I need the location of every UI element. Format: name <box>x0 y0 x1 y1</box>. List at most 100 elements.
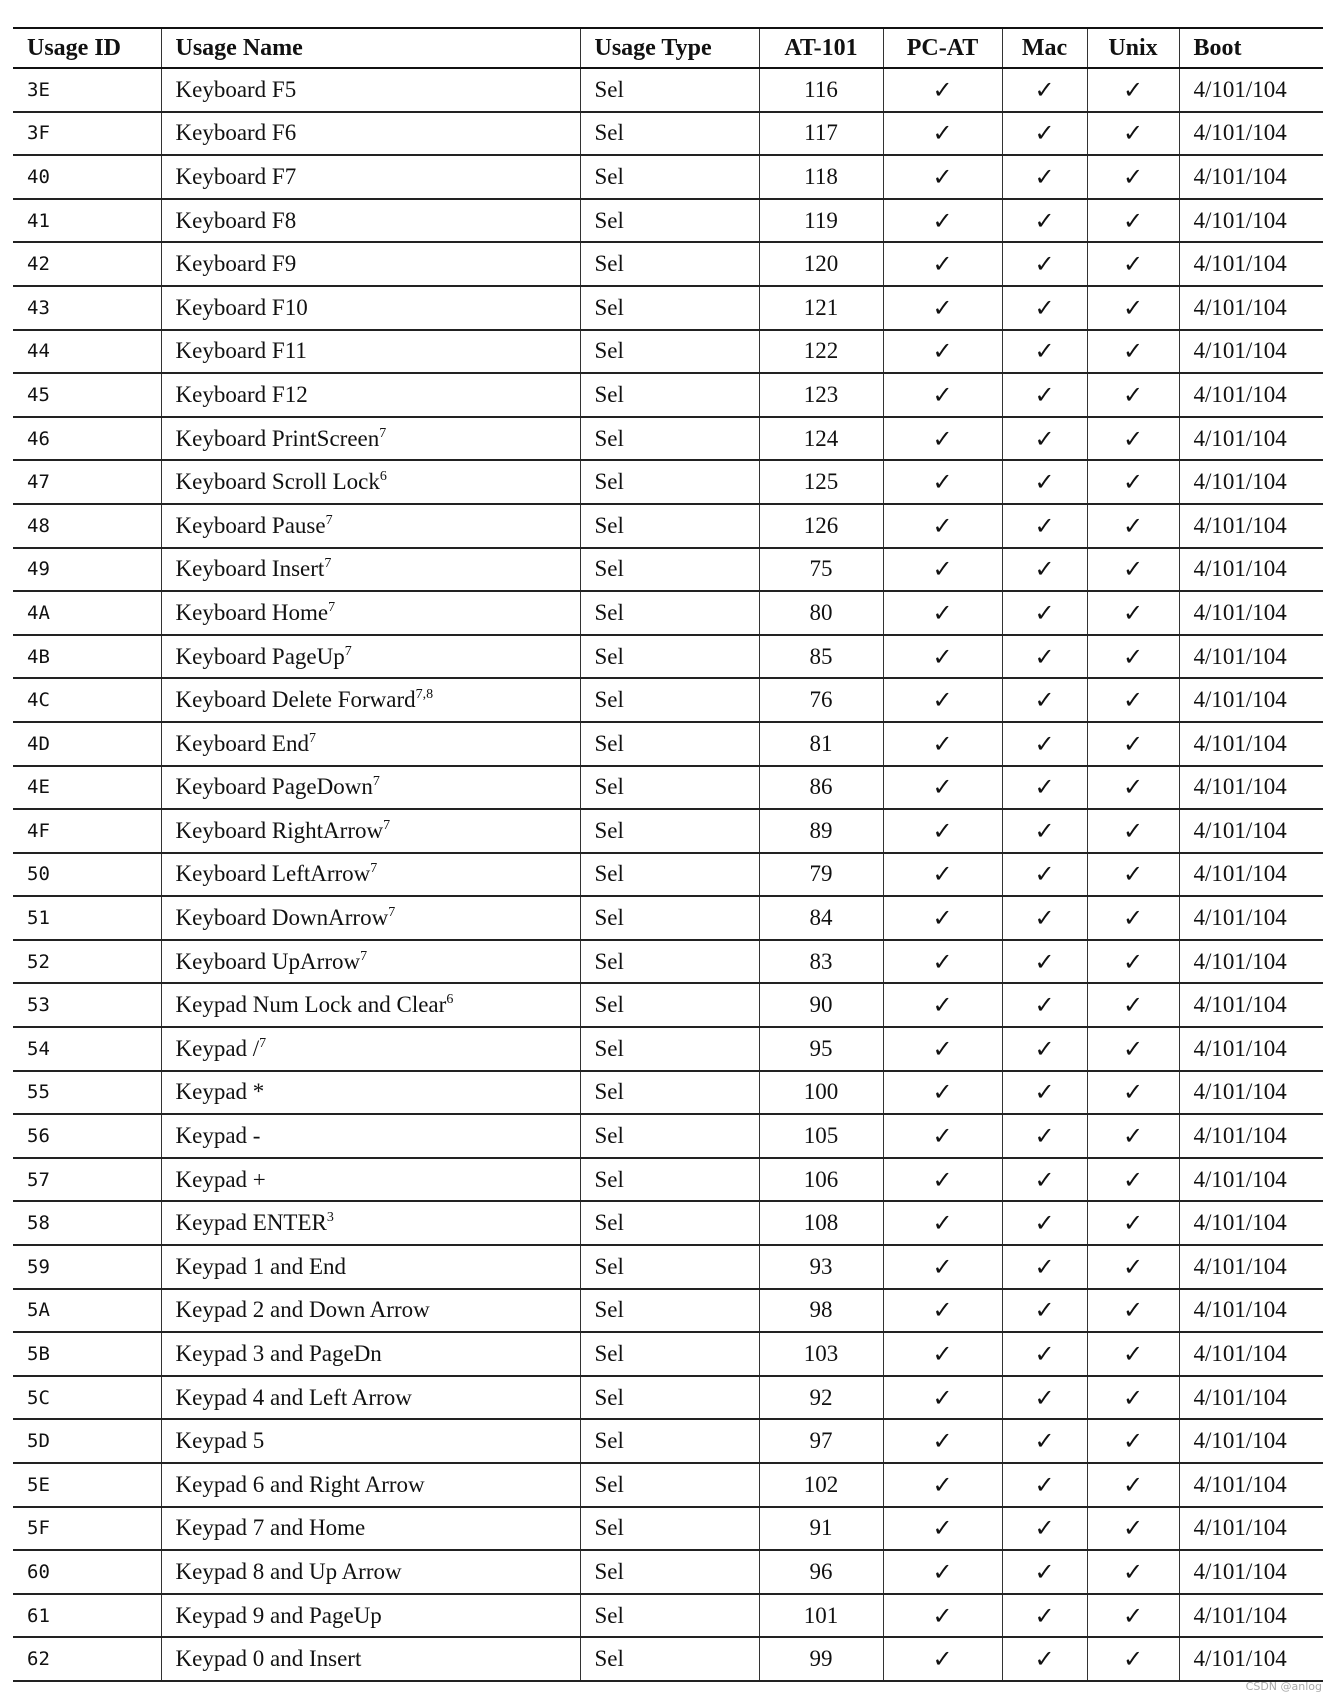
checkmark-icon: ✓ <box>1122 1165 1144 1194</box>
usage-name-text: Keypad 1 and End <box>175 1253 347 1279</box>
at101-code: 101 <box>758 1593 884 1639</box>
boot-value: 4/101/104 <box>1178 1463 1323 1508</box>
pcat-support: ✓ <box>882 939 1003 985</box>
checkmark-icon: ✓ <box>1034 119 1055 148</box>
usage-type: Sel <box>579 547 760 593</box>
mac-support: ✓ <box>1001 591 1088 636</box>
unix-support: ✓ <box>1086 1375 1180 1421</box>
usage-name: Keyboard Delete Forward7,8 <box>160 678 581 723</box>
checkmark-icon: ✓ <box>1122 1296 1144 1325</box>
unix-support: ✓ <box>1086 1288 1180 1334</box>
mac-support: ✓ <box>1001 939 1088 985</box>
checkmark-icon: ✓ <box>1034 1427 1055 1456</box>
usage-name: Keypad + <box>160 1157 581 1203</box>
usage-name: Keypad 9 and PageUp <box>160 1593 581 1639</box>
pcat-support: ✓ <box>882 1070 1003 1116</box>
checkmark-icon: ✓ <box>932 904 953 933</box>
usage-id: 5C <box>13 1375 162 1421</box>
header-usage-type: Usage Type <box>579 28 760 68</box>
checkmark-icon: ✓ <box>932 337 953 366</box>
checkmark-icon: ✓ <box>1034 1209 1055 1238</box>
unix-support: ✓ <box>1086 983 1180 1029</box>
checkmark-icon: ✓ <box>1034 75 1055 104</box>
boot-value: 4/101/104 <box>1178 678 1323 723</box>
mac-support: ✓ <box>1001 1550 1088 1595</box>
table-row: 3F Keyboard F6 Sel 117 ✓ ✓ ✓ 4/101/104 <box>13 111 1323 157</box>
checkmark-icon: ✓ <box>1122 816 1144 845</box>
usage-name: Keypad - <box>160 1114 581 1159</box>
usage-type: Sel <box>579 765 760 811</box>
unix-support: ✓ <box>1086 68 1180 113</box>
pcat-support: ✓ <box>882 285 1003 331</box>
usage-name-text: Keyboard F6 <box>175 120 297 146</box>
checkmark-icon: ✓ <box>1122 511 1144 540</box>
checkmark-icon: ✓ <box>1122 947 1144 976</box>
usage-name-text: Keyboard Insert <box>175 556 325 582</box>
usage-name: Keypad 1 and End <box>160 1245 581 1290</box>
table-row: 47 Keyboard Scroll Lock6 Sel 125 ✓ ✓ ✓ 4/101/10… <box>13 460 1323 505</box>
boot-value: 4/101/104 <box>1178 852 1323 898</box>
usage-type: Sel <box>579 111 760 157</box>
usage-type: Sel <box>579 373 760 418</box>
checkmark-icon: ✓ <box>932 1557 953 1586</box>
checkmark-icon: ✓ <box>932 1078 953 1107</box>
header-usage-id: Usage ID <box>13 28 162 68</box>
table-row: 50 Keyboard LeftArrow7 Sel 79 ✓ ✓ ✓ 4/101/104 <box>13 852 1323 898</box>
boot-value: 4/101/104 <box>1178 1637 1323 1682</box>
mac-support: ✓ <box>1001 1288 1088 1334</box>
usage-name-text: Keyboard RightArrow <box>175 817 384 843</box>
usage-type: Sel <box>579 1288 760 1334</box>
usage-name-text: Keypad ENTER <box>175 1210 327 1236</box>
usage-type: Sel <box>579 1506 760 1552</box>
usage-name-text: Keyboard UpArrow <box>175 948 361 974</box>
pcat-support: ✓ <box>882 852 1003 898</box>
usage-name-text: Keyboard Pause <box>175 512 326 538</box>
usage-name-text: Keypad Num Lock and Clear <box>175 992 447 1018</box>
boot-value: 4/101/104 <box>1178 1288 1323 1334</box>
unix-support: ✓ <box>1086 1201 1180 1247</box>
footnote-ref: 7 <box>259 1035 267 1051</box>
checkmark-icon: ✓ <box>932 1601 953 1630</box>
unix-support: ✓ <box>1086 547 1180 593</box>
unix-support: ✓ <box>1086 1114 1180 1159</box>
usage-id: 55 <box>13 1070 162 1116</box>
table-row: 4A Keyboard Home7 Sel 80 ✓ ✓ ✓ 4/101/104 <box>13 591 1323 636</box>
boot-value: 4/101/104 <box>1178 1593 1323 1639</box>
usage-name: Keypad ENTER3 <box>160 1201 581 1247</box>
checkmark-icon: ✓ <box>932 1383 953 1412</box>
table-row: 53 Keypad Num Lock and Clear6 Sel 90 ✓ ✓ ✓ 4/10… <box>13 983 1323 1029</box>
usage-type: Sel <box>579 634 760 680</box>
unix-support: ✓ <box>1086 591 1180 636</box>
checkmark-icon: ✓ <box>1034 816 1055 845</box>
at101-code: 85 <box>758 634 884 680</box>
checkmark-icon: ✓ <box>932 1340 953 1369</box>
table-row: 4C Keyboard Delete Forward7,8 Sel 76 ✓ ✓ ✓ 4/10… <box>13 678 1323 723</box>
boot-value: 4/101/104 <box>1178 68 1323 113</box>
checkmark-icon: ✓ <box>932 206 953 235</box>
footnote-ref: 7 <box>344 643 352 659</box>
at101-code: 120 <box>758 242 884 287</box>
checkmark-icon: ✓ <box>932 555 953 584</box>
usage-name-text: Keyboard F8 <box>175 207 297 233</box>
usage-id: 5B <box>13 1332 162 1377</box>
table-row: 52 Keyboard UpArrow7 Sel 83 ✓ ✓ ✓ 4/101/104 <box>13 939 1323 985</box>
mac-support: ✓ <box>1001 547 1088 593</box>
usage-name-text: Keypad 5 <box>175 1428 265 1454</box>
unix-support: ✓ <box>1086 721 1180 767</box>
pcat-support: ✓ <box>882 1027 1003 1072</box>
usage-name: Keypad Num Lock and Clear6 <box>160 983 581 1029</box>
usage-name-text: Keyboard DownArrow <box>175 905 389 931</box>
usage-name-text: Keyboard LeftArrow <box>175 861 371 887</box>
footnote-ref: 6 <box>446 992 454 1008</box>
footnote-ref: 7 <box>370 861 378 877</box>
unix-support: ✓ <box>1086 1245 1180 1290</box>
usage-type: Sel <box>579 155 760 200</box>
table-row: 4B Keyboard PageUp7 Sel 85 ✓ ✓ ✓ 4/101/104 <box>13 634 1323 680</box>
usage-id: 40 <box>13 155 162 200</box>
usage-id: 51 <box>13 896 162 941</box>
table-row: 60 Keypad 8 and Up Arrow Sel 96 ✓ ✓ ✓ 4/101/104 <box>13 1550 1323 1595</box>
unix-support: ✓ <box>1086 1506 1180 1552</box>
checkmark-icon: ✓ <box>1122 904 1144 933</box>
at101-code: 124 <box>758 416 884 462</box>
usage-name: Keyboard Scroll Lock6 <box>160 460 581 505</box>
